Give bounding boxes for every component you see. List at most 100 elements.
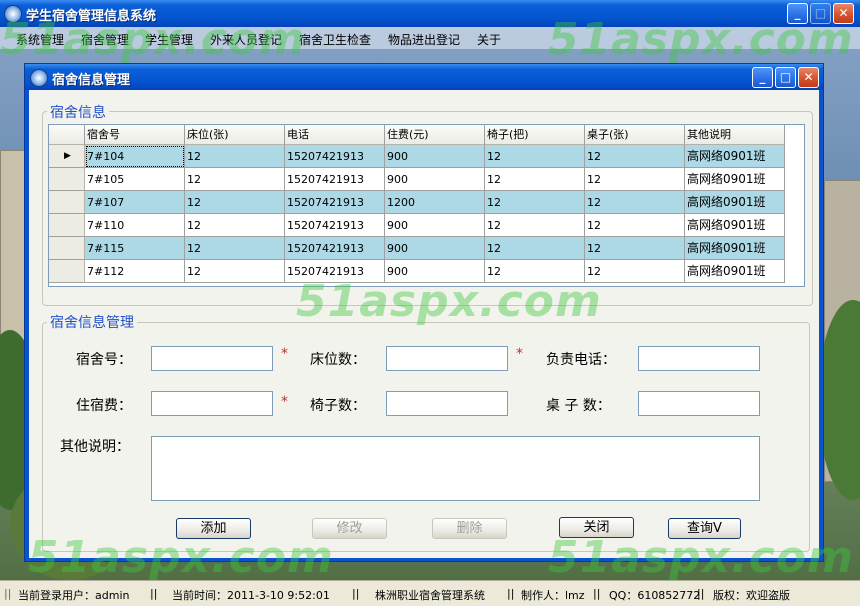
- grid-cell-beds[interactable]: 12: [185, 260, 285, 283]
- close-button[interactable]: ✕: [833, 3, 854, 24]
- grid-cell-chairs[interactable]: 12: [485, 237, 585, 260]
- fee-input[interactable]: [151, 391, 273, 416]
- grid-cell-fee[interactable]: 900: [385, 214, 485, 237]
- maximize-button[interactable]: □: [810, 3, 831, 24]
- status-separator: ||: [507, 587, 515, 600]
- grid-cell-desks[interactable]: 12: [585, 214, 685, 237]
- query-button[interactable]: 查询V: [668, 518, 741, 539]
- status-separator: ||: [593, 587, 601, 600]
- column-header-notes[interactable]: 其他说明: [685, 125, 785, 145]
- delete-button[interactable]: 删除: [432, 518, 507, 539]
- row-header[interactable]: [49, 237, 85, 260]
- status-separator: ||: [4, 587, 12, 600]
- grid-cell-notes[interactable]: 高网络0901班: [685, 168, 785, 191]
- status-author: 制作人：lmz: [521, 589, 585, 602]
- grid-cell-beds[interactable]: 12: [185, 145, 285, 168]
- grid-cell-room[interactable]: 7#110: [85, 214, 185, 237]
- grid-cell-fee[interactable]: 900: [385, 145, 485, 168]
- row-header[interactable]: ▶: [49, 145, 85, 168]
- grid-cell-desks[interactable]: 12: [585, 260, 685, 283]
- room-no-input[interactable]: [151, 346, 273, 371]
- column-header-phone[interactable]: 电话: [285, 125, 385, 145]
- status-separator: ||: [352, 587, 360, 600]
- row-header[interactable]: [49, 260, 85, 283]
- grid-cell-chairs[interactable]: 12: [485, 145, 585, 168]
- grid-cell-beds[interactable]: 12: [185, 214, 285, 237]
- status-user: 当前登录用户：admin: [18, 589, 130, 602]
- status-system: 株洲职业宿舍管理系统: [375, 589, 485, 602]
- menu-student[interactable]: 学生管理: [145, 31, 193, 48]
- grid-cell-desks[interactable]: 12: [585, 191, 685, 214]
- grid-cell-phone[interactable]: 15207421913: [285, 237, 385, 260]
- grid-cell-room[interactable]: 7#112: [85, 260, 185, 283]
- grid-cell-notes[interactable]: 高网络0901班: [685, 145, 785, 168]
- row-header[interactable]: [49, 191, 85, 214]
- column-header-desks[interactable]: 桌子(张): [585, 125, 685, 145]
- grid-cell-phone[interactable]: 15207421913: [285, 145, 385, 168]
- row-header[interactable]: [49, 168, 85, 191]
- grid-cell-notes[interactable]: 高网络0901班: [685, 191, 785, 214]
- notes-textarea[interactable]: [151, 436, 760, 501]
- dialog-close-button[interactable]: ✕: [798, 67, 819, 88]
- status-copyright: 版权：欢迎盗版: [713, 589, 790, 602]
- menu-system[interactable]: 系统管理: [16, 31, 64, 48]
- grid-cell-fee[interactable]: 1200: [385, 191, 485, 214]
- background-building: [0, 150, 26, 352]
- grid-cell-phone[interactable]: 15207421913: [285, 191, 385, 214]
- menu-visitor[interactable]: 外来人员登记: [210, 31, 282, 48]
- dialog-minimize-button[interactable]: _: [752, 67, 773, 88]
- grid-cell-phone[interactable]: 15207421913: [285, 214, 385, 237]
- beds-label: 床位数：: [310, 352, 366, 368]
- grid-cell-beds[interactable]: 12: [185, 191, 285, 214]
- dorm-info-group-title: 宿舍信息: [47, 102, 109, 122]
- phone-input[interactable]: [638, 346, 760, 371]
- grid-cell-chairs[interactable]: 12: [485, 214, 585, 237]
- desks-input[interactable]: [638, 391, 760, 416]
- row-header[interactable]: [49, 214, 85, 237]
- grid-cell-fee[interactable]: 900: [385, 260, 485, 283]
- menu-about[interactable]: 关于: [477, 31, 501, 48]
- grid-cell-phone[interactable]: 15207421913: [285, 260, 385, 283]
- grid-cell-phone[interactable]: 15207421913: [285, 168, 385, 191]
- grid-cell-chairs[interactable]: 12: [485, 168, 585, 191]
- column-header-room[interactable]: 宿舍号: [85, 125, 185, 145]
- menu-bar: 系统管理 宿舍管理 学生管理 外来人员登记 宿舍卫生检查 物品进出登记 关于: [0, 27, 860, 49]
- grid-cell-beds[interactable]: 12: [185, 168, 285, 191]
- grid-cell-notes[interactable]: 高网络0901班: [685, 237, 785, 260]
- status-time: 当前时间：2011-3-10 9:52:01: [172, 589, 330, 602]
- grid-cell-room[interactable]: 7#115: [85, 237, 185, 260]
- dialog-titlebar: 宿舍信息管理 _ □ ✕: [25, 64, 823, 90]
- menu-goods[interactable]: 物品进出登记: [388, 31, 460, 48]
- phone-label: 负责电话：: [546, 352, 616, 368]
- status-separator: ||: [697, 587, 705, 600]
- minimize-button[interactable]: _: [787, 3, 808, 24]
- room-no-label: 宿舍号：: [76, 352, 132, 368]
- edit-button[interactable]: 修改: [312, 518, 387, 539]
- grid-cell-room[interactable]: 7#105: [85, 168, 185, 191]
- grid-cell-fee[interactable]: 900: [385, 237, 485, 260]
- grid-cell-desks[interactable]: 12: [585, 168, 685, 191]
- menu-dorm[interactable]: 宿舍管理: [81, 31, 129, 48]
- grid-cell-desks[interactable]: 12: [585, 237, 685, 260]
- grid-cell-notes[interactable]: 高网络0901班: [685, 260, 785, 283]
- close-dialog-button[interactable]: 关闭: [559, 517, 634, 538]
- chairs-input[interactable]: [386, 391, 508, 416]
- menu-hygiene[interactable]: 宿舍卫生检查: [299, 31, 371, 48]
- add-button[interactable]: 添加: [176, 518, 251, 539]
- grid-cell-room[interactable]: 7#107: [85, 191, 185, 214]
- grid-cell-fee[interactable]: 900: [385, 168, 485, 191]
- column-header-chairs[interactable]: 椅子(把): [485, 125, 585, 145]
- room-no-required-mark: *: [281, 346, 288, 362]
- grid-cell-chairs[interactable]: 12: [485, 260, 585, 283]
- dialog-maximize-button[interactable]: □: [775, 67, 796, 88]
- grid-corner: [49, 125, 85, 145]
- grid-cell-beds[interactable]: 12: [185, 237, 285, 260]
- beds-input[interactable]: [386, 346, 508, 371]
- grid-cell-room[interactable]: 7#104: [85, 145, 185, 168]
- column-header-fee[interactable]: 住费(元): [385, 125, 485, 145]
- grid-cell-chairs[interactable]: 12: [485, 191, 585, 214]
- grid-cell-desks[interactable]: 12: [585, 145, 685, 168]
- dorm-grid[interactable]: 宿舍号 床位(张) 电话 住费(元) 椅子(把) 桌子(张) 其他说明 ▶ 7#1…: [48, 124, 805, 287]
- grid-cell-notes[interactable]: 高网络0901班: [685, 214, 785, 237]
- column-header-beds[interactable]: 床位(张): [185, 125, 285, 145]
